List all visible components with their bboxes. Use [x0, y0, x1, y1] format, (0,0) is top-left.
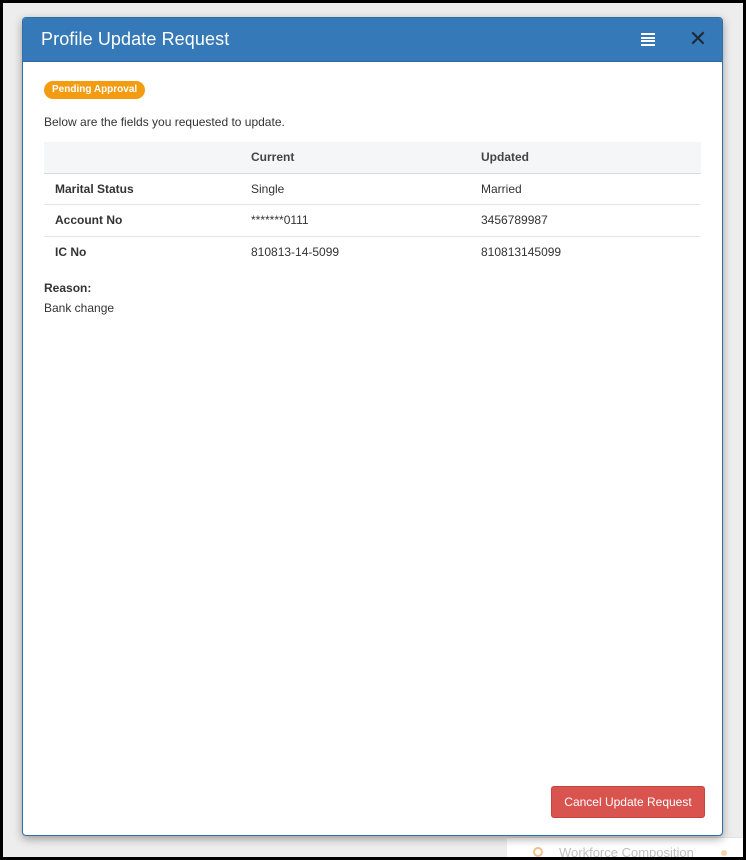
- cancel-update-request-button[interactable]: Cancel Update Request: [551, 786, 705, 818]
- background-card-title: Workforce Composition: [559, 845, 694, 857]
- close-icon[interactable]: ✕: [687, 28, 709, 50]
- table-row: Account No *******0111 3456789987: [44, 204, 701, 237]
- profile-update-modal: Profile Update Request ✕ Pending Approva…: [22, 17, 723, 836]
- status-badge: Pending Approval: [44, 81, 146, 99]
- modal-header: Profile Update Request ✕: [23, 18, 722, 62]
- field-name: Marital Status: [44, 173, 251, 205]
- table-row: Marital Status Single Married: [44, 173, 701, 205]
- reason-text: Bank change: [44, 301, 115, 315]
- background-card: Workforce Composition: [507, 837, 743, 857]
- updated-value: Married: [481, 173, 701, 205]
- field-name: IC No: [55, 245, 87, 259]
- pin-icon: [533, 847, 543, 857]
- list-icon[interactable]: [641, 33, 655, 46]
- fields-table: Current Updated Marital Status Single Ma…: [44, 142, 701, 268]
- current-value: Single: [251, 173, 481, 205]
- column-header-current: Current: [251, 142, 481, 174]
- table-row: IC No 810813-14-5099 810813145099: [44, 236, 701, 268]
- current-value: *******0111: [251, 204, 481, 237]
- modal-title: Profile Update Request: [41, 29, 230, 49]
- field-name: Account No: [44, 204, 251, 237]
- table-header-row: Current Updated: [44, 142, 701, 174]
- column-header-updated: Updated: [481, 142, 701, 174]
- legend-dot-icon: [721, 850, 727, 856]
- current-value: 810813-14-5099: [251, 245, 340, 259]
- column-header-field: [44, 142, 251, 174]
- updated-value: 3456789987: [481, 204, 701, 237]
- updated-value: 810813145099: [481, 245, 562, 259]
- reason-label: Reason:: [44, 281, 92, 295]
- intro-text: Below are the fields you requested to up…: [44, 115, 285, 129]
